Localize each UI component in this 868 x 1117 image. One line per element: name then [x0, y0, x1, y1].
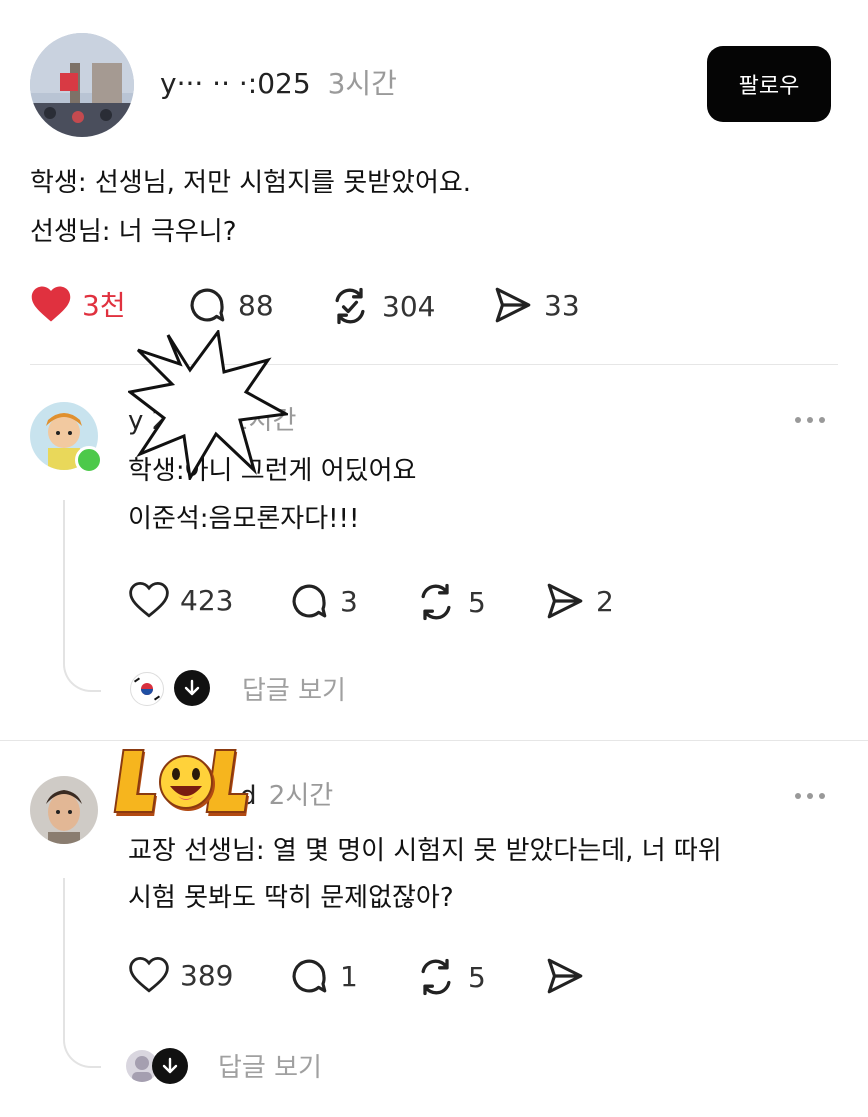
reply-2-like-count: 389: [180, 958, 234, 992]
post-time: 3시간: [327, 67, 397, 100]
reply-1-replier-avatars: [130, 670, 214, 706]
arrow-down-icon: [162, 1057, 178, 1074]
reply-1-like-count: 423: [180, 583, 234, 617]
reply-2-avatar[interactable]: [30, 776, 98, 844]
post-username[interactable]: y··· ·· ·:025: [160, 67, 311, 100]
reply-2-comment-count: 1: [340, 959, 358, 993]
follow-button[interactable]: 팔로우: [707, 46, 831, 122]
comment-icon: [190, 288, 225, 322]
comment-count: 88: [238, 288, 274, 322]
like-button[interactable]: 3천: [30, 284, 126, 324]
comment-icon: [292, 584, 327, 618]
arrow-down-icon: [184, 679, 200, 696]
reply-1-like-button[interactable]: 423: [128, 580, 233, 620]
reply-1-share-count: 2: [596, 584, 614, 618]
like-count: 3천: [82, 289, 126, 322]
thread-line: [63, 500, 101, 692]
avatar-image: [30, 33, 134, 137]
divider: [0, 740, 868, 741]
reply-2-line-2: 시험 못봐도 딱히 문제없잖아?: [128, 883, 454, 913]
more-icon: [795, 793, 801, 799]
post-line-2: 선생님: 너 극우니?: [30, 217, 237, 247]
share-count: 33: [544, 288, 580, 322]
repost-icon: [421, 958, 451, 996]
flag-icon: [133, 677, 161, 701]
comment-icon: [292, 959, 327, 993]
burst-sticker: [126, 328, 291, 484]
more-icon: [795, 417, 801, 423]
arrow-down-button[interactable]: [174, 670, 210, 706]
reply-1-comment-button[interactable]: 3: [288, 580, 358, 622]
share-icon: [547, 958, 583, 994]
reply-1-comment-count: 3: [340, 584, 358, 618]
burst-icon: [126, 328, 291, 483]
share-icon: [495, 287, 531, 323]
repost-button[interactable]: 304: [328, 284, 435, 328]
reply-2-repost-count: 5: [468, 960, 486, 994]
heart-icon: [129, 581, 169, 618]
post-avatar[interactable]: [30, 33, 134, 137]
online-indicator: [75, 446, 103, 474]
comment-button[interactable]: 88: [186, 284, 274, 326]
reply-1-more-button[interactable]: [795, 417, 825, 423]
post-header: y··· ·· ·:025 3시간: [160, 66, 397, 102]
share-icon: [547, 583, 583, 619]
thread-line: [63, 878, 101, 1068]
flag-avatar: [130, 672, 164, 706]
reply-1-share-button[interactable]: 2: [544, 580, 614, 622]
reply-1-line-2: 이준석:음모론자다!!!: [128, 504, 360, 534]
reply-1-repost-count: 5: [468, 585, 486, 619]
avatar-image: [30, 776, 98, 844]
arrow-down-button[interactable]: [152, 1048, 188, 1084]
repost-icon: [421, 583, 451, 621]
reply-2-view-replies[interactable]: 답글 보기: [218, 1047, 322, 1084]
lol-sticker: [112, 746, 262, 828]
reply-2-time: 2시간: [268, 781, 334, 811]
reply-2-comment-button[interactable]: 1: [288, 955, 358, 997]
reply-1-repost-button[interactable]: 5: [414, 580, 486, 624]
post-line-1: 학생: 선생님, 저만 시험지를 못받았어요.: [30, 168, 472, 198]
reply-2-share-button[interactable]: [544, 955, 596, 997]
heart-icon: [129, 956, 169, 993]
reply-2-like-button[interactable]: 389: [128, 955, 233, 995]
reply-2-more-button[interactable]: [795, 793, 825, 799]
repost-count: 304: [382, 289, 436, 323]
share-button[interactable]: 33: [492, 284, 580, 326]
reply-1-view-replies[interactable]: 답글 보기: [242, 670, 346, 707]
reply-2-line-1: 교장 선생님: 열 몇 명이 시험지 못 받았다는데, 너 따위: [128, 836, 722, 866]
lol-icon: [113, 749, 249, 816]
reply-2-repost-button[interactable]: 5: [414, 955, 486, 999]
heart-icon: [31, 286, 71, 322]
repost-icon: [335, 287, 365, 325]
reply-2-replier-avatars: [126, 1046, 190, 1086]
